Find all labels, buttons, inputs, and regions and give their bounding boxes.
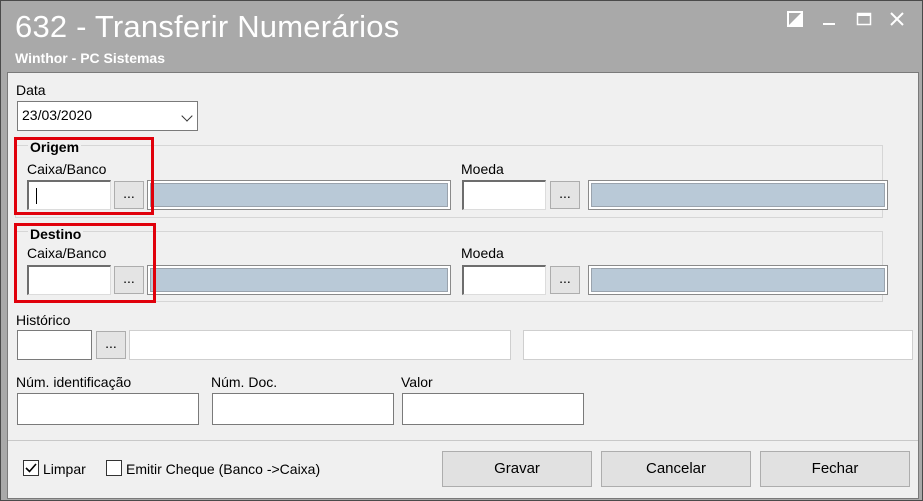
checkmark-icon bbox=[25, 463, 37, 473]
emitir-cheque-checkbox[interactable] bbox=[106, 460, 122, 476]
cancelar-button[interactable]: Cancelar bbox=[601, 451, 751, 487]
minimize-icon[interactable] bbox=[819, 11, 839, 31]
historico-complement bbox=[523, 330, 913, 360]
num-identificacao-label: Núm. identificação bbox=[16, 374, 132, 390]
destino-caixa-description bbox=[147, 265, 451, 295]
gravar-button[interactable]: Gravar bbox=[442, 451, 592, 487]
destino-caixa-description-fill bbox=[150, 268, 448, 292]
fechar-button[interactable]: Fechar bbox=[760, 451, 910, 487]
num-doc-input[interactable] bbox=[212, 393, 394, 425]
destino-highlight bbox=[14, 223, 156, 303]
origem-caixa-description bbox=[147, 180, 451, 210]
num-identificacao-input[interactable] bbox=[17, 393, 199, 425]
historico-lookup-button[interactable]: ... bbox=[96, 331, 126, 359]
title-bar[interactable]: 632 - Transferir Numerários Winthor - PC… bbox=[1, 1, 922, 71]
data-date-picker[interactable]: 23/03/2020 bbox=[17, 101, 198, 131]
limpar-checkbox[interactable] bbox=[23, 460, 39, 476]
origem-highlight bbox=[14, 137, 154, 215]
destino-moeda-description bbox=[588, 265, 888, 295]
historico-label: Histórico bbox=[16, 312, 71, 328]
origem-moeda-input[interactable] bbox=[462, 180, 546, 210]
maximize-icon[interactable] bbox=[854, 11, 874, 31]
num-doc-label: Núm. Doc. bbox=[211, 374, 278, 390]
limpar-label[interactable]: Limpar bbox=[43, 461, 86, 477]
destino-moeda-label: Moeda bbox=[461, 245, 504, 261]
chevron-down-icon[interactable] bbox=[181, 110, 193, 122]
data-label: Data bbox=[16, 82, 46, 98]
destino-moeda-lookup-button[interactable]: ... bbox=[550, 266, 580, 294]
valor-input[interactable] bbox=[402, 393, 584, 425]
window-title: 632 - Transferir Numerários bbox=[15, 9, 400, 44]
valor-label: Valor bbox=[401, 374, 433, 390]
form-area: Data 23/03/2020 Origem Caixa/Banco ... M… bbox=[7, 72, 919, 499]
historico-input[interactable] bbox=[17, 330, 92, 360]
historico-description bbox=[129, 330, 511, 360]
origem-moeda-lookup-button[interactable]: ... bbox=[550, 181, 580, 209]
origem-moeda-description bbox=[588, 180, 888, 210]
window-subtitle: Winthor - PC Sistemas bbox=[15, 50, 166, 66]
emitir-cheque-label[interactable]: Emitir Cheque (Banco ->Caixa) bbox=[126, 461, 320, 477]
origem-caixa-description-fill bbox=[150, 183, 448, 207]
origem-moeda-label: Moeda bbox=[461, 161, 504, 177]
restore-icon[interactable] bbox=[785, 11, 805, 31]
destino-moeda-description-fill bbox=[591, 268, 885, 292]
footer-bar: Limpar Emitir Cheque (Banco ->Caixa) Gra… bbox=[8, 440, 918, 499]
transfer-window: 632 - Transferir Numerários Winthor - PC… bbox=[0, 0, 923, 501]
origem-moeda-description-fill bbox=[591, 183, 885, 207]
destino-moeda-input[interactable] bbox=[462, 265, 546, 295]
data-value: 23/03/2020 bbox=[22, 107, 93, 123]
close-icon[interactable] bbox=[887, 11, 907, 31]
